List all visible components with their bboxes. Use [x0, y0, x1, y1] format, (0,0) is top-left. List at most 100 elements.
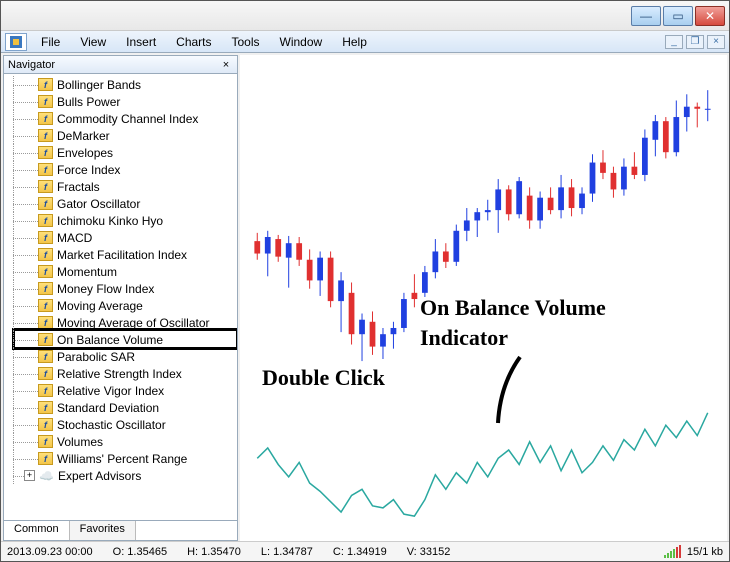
- indicator-label: Volumes: [57, 435, 103, 449]
- indicator-label: Envelopes: [57, 146, 113, 160]
- expert-advisors-label: Expert Advisors: [58, 469, 141, 483]
- indicator-item[interactable]: f Force Index: [10, 161, 237, 178]
- indicator-item[interactable]: f On Balance Volume: [10, 331, 237, 348]
- indicator-icon: f: [38, 265, 53, 278]
- indicator-label: Commodity Channel Index: [57, 112, 198, 126]
- indicator-label: Momentum: [57, 265, 117, 279]
- indicator-item[interactable]: fStochastic Oscillator: [10, 416, 237, 433]
- expand-icon[interactable]: +: [24, 470, 35, 481]
- indicator-label: Gator Oscillator: [57, 197, 140, 211]
- indicator-label: Money Flow Index: [57, 282, 154, 296]
- indicator-icon: f: [38, 248, 53, 261]
- indicator-label: Stochastic Oscillator: [57, 418, 166, 432]
- indicator-icon: f: [38, 350, 53, 363]
- minimize-button[interactable]: —: [631, 6, 661, 26]
- indicator-icon: f: [38, 367, 53, 380]
- menu-view[interactable]: View: [70, 33, 116, 51]
- mdi-close-button[interactable]: ×: [707, 35, 725, 49]
- indicator-icon: f: [38, 299, 53, 312]
- indicator-item[interactable]: f Envelopes: [10, 144, 237, 161]
- navigator-tree[interactable]: f Bollinger Bands f Bulls Power f Commodity C…: [4, 74, 237, 520]
- indicator-item[interactable]: f Relative Strength Index: [10, 365, 237, 382]
- indicator-item[interactable]: f Ichimoku Kinko Hyo: [10, 212, 237, 229]
- indicator-item[interactable]: f Moving Average: [10, 297, 237, 314]
- indicator-label: MACD: [57, 231, 92, 245]
- indicator-label: Bulls Power: [57, 95, 120, 109]
- indicator-icon: f: [38, 78, 53, 91]
- navigator-header: Navigator ×: [4, 56, 237, 74]
- indicator-item[interactable]: f Parabolic SAR: [10, 348, 237, 365]
- navigator-title: Navigator: [8, 59, 55, 71]
- app-icon: [5, 33, 27, 51]
- indicator-icon: f: [38, 129, 53, 142]
- indicator-item[interactable]: f Commodity Channel Index: [10, 110, 237, 127]
- menu-file[interactable]: File: [31, 33, 70, 51]
- indicator-label: Force Index: [57, 163, 120, 177]
- indicator-icon: f: [38, 316, 53, 329]
- status-net: 15/1 kb: [687, 546, 723, 558]
- chart-svg: [240, 55, 727, 541]
- indicator-icon: f: [38, 112, 53, 125]
- status-datetime: 2013.09.23 00:00: [7, 546, 93, 558]
- indicator-item[interactable]: f DeMarker: [10, 127, 237, 144]
- indicator-label: Standard Deviation: [57, 401, 159, 415]
- tab-common[interactable]: Common: [4, 521, 70, 540]
- indicator-item[interactable]: fVolumes: [10, 433, 237, 450]
- indicator-label: DeMarker: [57, 129, 110, 143]
- indicator-label: Parabolic SAR: [57, 350, 135, 364]
- menu-tools[interactable]: Tools: [222, 33, 270, 51]
- indicator-icon: f: [38, 197, 53, 210]
- navigator-tabs: Common Favorites: [4, 520, 237, 540]
- window: — ▭ ✕ FileViewInsertChartsToolsWindowHel…: [0, 0, 730, 562]
- indicator-icon: f: [38, 146, 53, 159]
- expert-advisors-node[interactable]: + ☁️ Expert Advisors: [10, 467, 237, 484]
- indicator-label: Williams' Percent Range: [57, 452, 187, 466]
- indicator-item[interactable]: f Gator Oscillator: [10, 195, 237, 212]
- maximize-button[interactable]: ▭: [663, 6, 693, 26]
- indicator-icon: f: [38, 282, 53, 295]
- indicator-label: Market Facilitation Index: [57, 248, 187, 262]
- indicator-item[interactable]: f Williams' Percent Range: [10, 450, 237, 467]
- tab-favorites[interactable]: Favorites: [70, 521, 136, 540]
- chart-area[interactable]: Double Click On Balance Volume Indicator: [240, 55, 727, 541]
- indicator-label: Relative Vigor Index: [57, 384, 164, 398]
- indicator-icon: f: [38, 214, 53, 227]
- indicator-label: Relative Strength Index: [57, 367, 182, 381]
- menu-bar: FileViewInsertChartsToolsWindowHelp _ ❐ …: [1, 31, 729, 53]
- indicator-item[interactable]: fMACD: [10, 229, 237, 246]
- status-open: O: 1.35465: [113, 546, 167, 558]
- indicator-icon: f: [38, 333, 53, 346]
- indicator-label: On Balance Volume: [57, 333, 163, 347]
- status-bar: 2013.09.23 00:00 O: 1.35465 H: 1.35470 L…: [1, 541, 729, 561]
- indicator-item[interactable]: f Relative Vigor Index: [10, 382, 237, 399]
- connection-icon: [664, 546, 681, 558]
- indicator-icon: f: [38, 180, 53, 193]
- indicator-item[interactable]: f Momentum: [10, 263, 237, 280]
- indicator-label: Moving Average: [57, 299, 143, 313]
- advisor-icon: ☁️: [39, 469, 54, 483]
- navigator-close-icon[interactable]: ×: [219, 58, 233, 72]
- indicator-item[interactable]: fStandard Deviation: [10, 399, 237, 416]
- indicator-item[interactable]: f Bulls Power: [10, 93, 237, 110]
- indicator-icon: f: [38, 163, 53, 176]
- indicator-icon: f: [38, 384, 53, 397]
- mdi-restore-button[interactable]: ❐: [686, 35, 704, 49]
- navigator-panel: Navigator × f Bollinger Bands f Bulls Power…: [3, 55, 238, 541]
- indicator-label: Bollinger Bands: [57, 78, 141, 92]
- indicator-item[interactable]: f Fractals: [10, 178, 237, 195]
- indicator-item[interactable]: fMoving Average of Oscillator: [10, 314, 237, 331]
- indicator-item[interactable]: f Money Flow Index: [10, 280, 237, 297]
- status-low: L: 1.34787: [261, 546, 313, 558]
- indicator-item[interactable]: f Market Facilitation Index: [10, 246, 237, 263]
- menu-help[interactable]: Help: [332, 33, 377, 51]
- indicator-label: Ichimoku Kinko Hyo: [57, 214, 163, 228]
- indicator-icon: f: [38, 95, 53, 108]
- close-button[interactable]: ✕: [695, 6, 725, 26]
- menu-insert[interactable]: Insert: [116, 33, 166, 51]
- menu-charts[interactable]: Charts: [166, 33, 221, 51]
- indicator-icon: f: [38, 452, 53, 465]
- menu-window[interactable]: Window: [270, 33, 333, 51]
- indicator-label: Fractals: [57, 180, 100, 194]
- indicator-item[interactable]: f Bollinger Bands: [10, 76, 237, 93]
- mdi-minimize-button[interactable]: _: [665, 35, 683, 49]
